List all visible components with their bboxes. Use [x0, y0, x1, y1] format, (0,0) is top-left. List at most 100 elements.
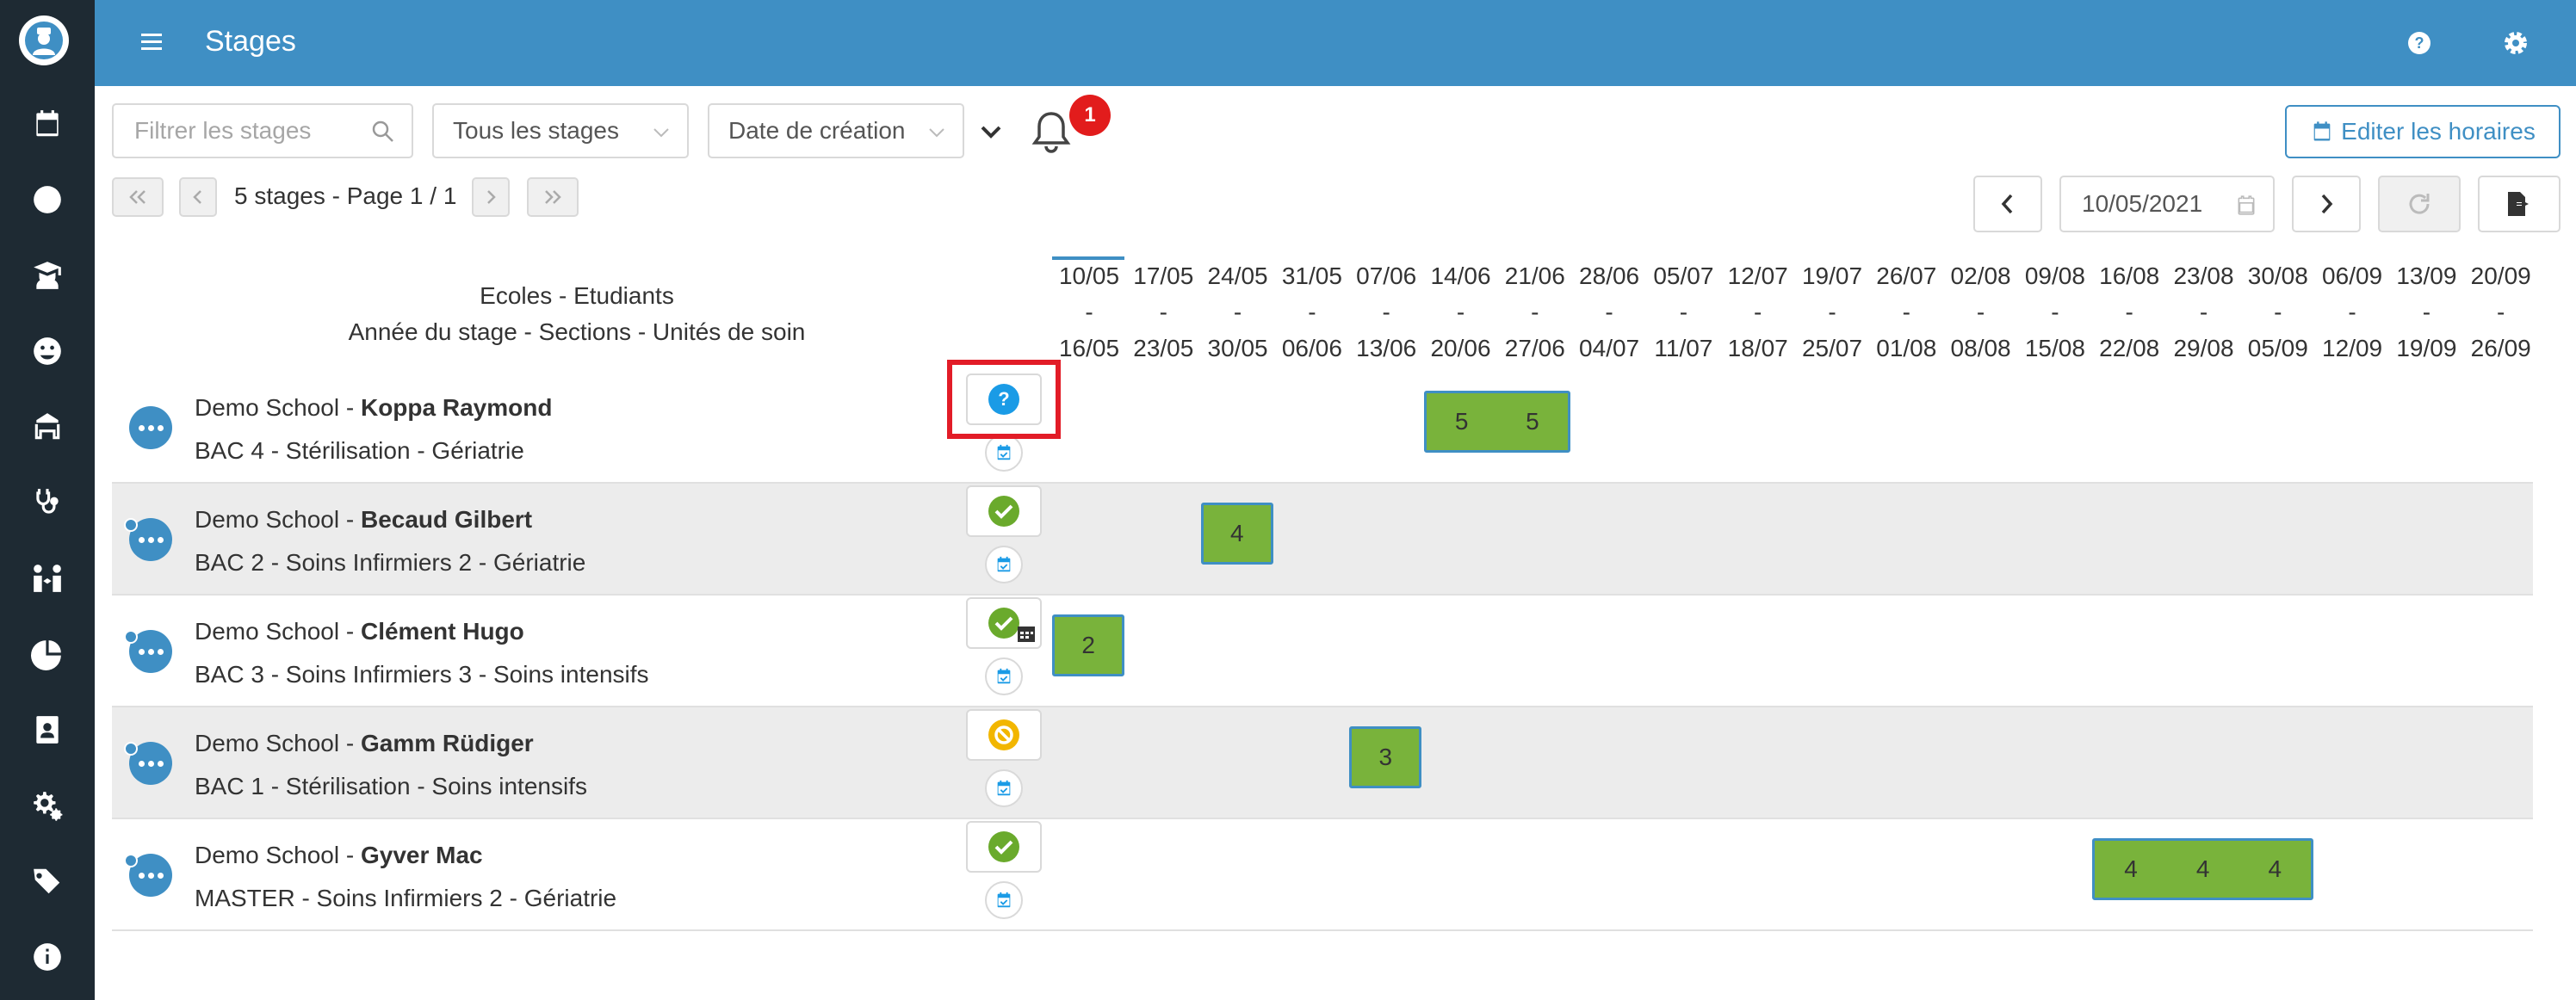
week-column: 10/05 - 16/05: [1052, 258, 1126, 367]
last-page-button[interactable]: [527, 177, 579, 217]
date-value: 10/05/2021: [2082, 190, 2203, 217]
sort-select[interactable]: Date de création: [708, 103, 964, 158]
info-nav-icon[interactable]: [0, 931, 95, 983]
week-sep: -: [2497, 299, 2505, 325]
week-column: 06/09 - 12/09: [2315, 258, 2389, 367]
schedule-button[interactable]: [985, 881, 1023, 919]
calendar-check-icon: [997, 668, 1011, 684]
schedule-button[interactable]: [985, 769, 1023, 807]
week-start: 16/08: [2099, 262, 2160, 289]
week-start: 24/05: [1207, 262, 1268, 289]
svg-text:?: ?: [2415, 34, 2424, 52]
stethoscope-nav-icon[interactable]: [0, 477, 95, 528]
week-start: 30/08: [2247, 262, 2308, 289]
search-icon: [372, 120, 393, 142]
row-indicator-dot: [124, 630, 138, 644]
app-logo[interactable]: [19, 15, 69, 65]
week-sep: -: [1233, 299, 1242, 325]
row-details: BAC 2 - Soins Infirmiers 2 - Gériatrie: [195, 549, 586, 576]
school-nav-icon[interactable]: [0, 401, 95, 453]
nurse-logo-icon: [25, 22, 63, 59]
prev-page-button[interactable]: [179, 177, 217, 217]
status-button[interactable]: [966, 485, 1042, 537]
calendar-check-icon: [997, 444, 1011, 460]
calendar-nav-icon[interactable]: [0, 98, 95, 150]
table-row: Demo School - Becaud Gilbert BAC 2 - Soin…: [112, 484, 2533, 596]
stage-type-value: Tous les stages: [453, 117, 619, 144]
status-button[interactable]: [966, 821, 1042, 873]
row-details: BAC 1 - Stérilisation - Soins intensifs: [195, 773, 587, 799]
table-row: Demo School - Koppa Raymond BAC 4 - Stéri…: [112, 372, 2533, 484]
status-button[interactable]: [966, 709, 1042, 761]
stage-type-select[interactable]: Tous les stages: [432, 103, 689, 158]
week-column: 20/09 - 26/09: [2464, 258, 2538, 367]
week-column: 28/06 - 04/07: [1572, 258, 1646, 367]
stage-block[interactable]: 2: [1052, 614, 1125, 676]
cogs-nav-icon[interactable]: [0, 780, 95, 831]
school-name: Demo School -: [195, 618, 361, 645]
graduate-nav-icon[interactable]: [0, 250, 95, 301]
first-page-button[interactable]: [112, 177, 164, 217]
row-indicator-dot: [124, 854, 138, 867]
notification-badge: 1: [1069, 95, 1111, 136]
date-picker-input[interactable]: 10/05/2021: [2059, 176, 2275, 232]
schedule-button[interactable]: [985, 546, 1023, 583]
export-button[interactable]: [2478, 176, 2561, 232]
table-row: Demo School - Clément Hugo BAC 3 - Soins …: [112, 596, 2533, 707]
calendar-icon: [2238, 195, 2255, 215]
week-start: 02/08: [1950, 262, 2011, 289]
previous-week-button[interactable]: [1973, 176, 2042, 232]
filter-stages-input[interactable]: Filtrer les stages: [112, 103, 413, 158]
settings-gear-icon[interactable]: [2499, 26, 2533, 60]
smiley-nav-icon[interactable]: [0, 325, 95, 377]
pager-summary: 5 stages - Page 1 / 1: [234, 182, 457, 209]
week-column: 07/06 - 13/06: [1349, 258, 1423, 367]
sort-direction-chevron-icon[interactable]: [978, 119, 1004, 145]
row-school-student: Demo School - Clément Hugo: [195, 614, 524, 649]
edit-schedule-button[interactable]: Editer les horaires: [2285, 105, 2561, 158]
contact-card-nav-icon[interactable]: [0, 704, 95, 756]
next-page-button[interactable]: [472, 177, 510, 217]
week-sep: -: [2125, 299, 2133, 325]
status-button[interactable]: [966, 597, 1042, 649]
week-start: 17/05: [1133, 262, 1194, 289]
schedule-button[interactable]: [985, 657, 1023, 695]
week-end: 16/05: [1058, 335, 1120, 361]
week-column: 12/07 - 18/07: [1721, 258, 1795, 367]
student-name: Becaud Gilbert: [360, 506, 533, 533]
week-start: 14/06: [1430, 262, 1491, 289]
next-week-button[interactable]: [2292, 176, 2361, 232]
week-column: 13/09 - 19/09: [2389, 258, 2463, 367]
stage-week-value: 4: [1229, 520, 1244, 546]
people-nav-icon[interactable]: [0, 552, 95, 604]
week-sep: -: [1976, 299, 1985, 325]
tags-nav-icon[interactable]: [0, 855, 95, 907]
help-icon[interactable]: ?: [2402, 26, 2437, 60]
week-sep: -: [1159, 299, 1167, 325]
stage-block[interactable]: 55: [1423, 391, 1571, 453]
week-column: 31/05 - 06/06: [1275, 258, 1349, 367]
stage-block[interactable]: 4: [1200, 503, 1273, 565]
row-school-student: Demo School - Gamm Rüdiger: [195, 726, 534, 761]
refresh-button[interactable]: [2378, 176, 2461, 232]
pie-chart-nav-icon[interactable]: [0, 628, 95, 680]
column-head-details: Année du stage - Sections - Unités de so…: [348, 318, 806, 345]
student-name: Clément Hugo: [360, 618, 524, 645]
week-end: 12/09: [2322, 335, 2383, 361]
week-start: 12/07: [1727, 262, 1788, 289]
schedule-button[interactable]: [985, 434, 1023, 472]
stage-block[interactable]: 3: [1349, 726, 1422, 788]
week-start: 28/06: [1579, 262, 1640, 289]
week-column: 26/07 - 01/08: [1869, 258, 1943, 367]
row-actions-button[interactable]: [129, 406, 172, 449]
hamburger-menu-icon[interactable]: [139, 29, 164, 53]
week-start: 21/06: [1504, 262, 1565, 289]
week-sep: -: [2274, 299, 2282, 325]
stage-block[interactable]: 4 4 4: [2092, 838, 2314, 900]
notification-bell-icon[interactable]: [1030, 108, 1073, 155]
week-start: 19/07: [1801, 262, 1863, 289]
clock-nav-icon[interactable]: [0, 174, 95, 225]
week-start: 20/09: [2470, 262, 2531, 289]
column-head-schools: Ecoles - Etudiants: [480, 282, 674, 309]
week-end: 20/06: [1430, 335, 1491, 361]
